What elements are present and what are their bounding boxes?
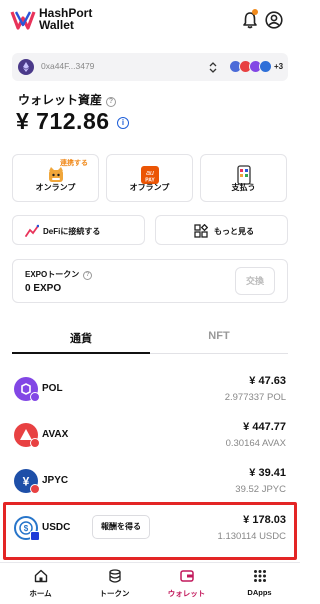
token-amount: 0.30164 AVAX [225,438,286,449]
more-chains-count: +3 [274,62,284,71]
nav-tokens[interactable]: トークン [77,563,152,604]
wallet-assets-text: ウォレット資産 [18,93,103,107]
token-amount: 39.52 JPYC [235,484,286,495]
token-row-jpyc[interactable]: ¥ JPYC ¥ 39.41 39.52 JPYC [12,461,288,505]
svg-text:¥: ¥ [23,475,30,489]
expo-token-card: EXPOトークン? 0 EXPO 交換 [12,259,288,303]
swap-button[interactable]: 交換 [235,267,275,295]
token-name: AVAX [42,429,69,440]
coins-stack-icon [108,569,121,583]
tab-nft[interactable]: NFT [150,330,288,354]
nav-wallet-label: ウォレット [167,589,206,598]
token-fiat-value: ¥ 47.63 [249,375,286,387]
nav-dapps[interactable]: DApps [222,563,297,604]
app-header: HashPort Wallet [0,0,300,40]
nav-dapps-label: DApps [247,588,272,597]
svg-text:au: au [146,170,154,177]
brand-name: HashPort Wallet [39,7,92,31]
jpyc-chain-icon [259,60,272,73]
nav-home-label: ホーム [29,589,52,598]
profile-icon[interactable] [265,11,283,29]
highlight-box [3,502,297,560]
pay-label: 支払う [231,183,256,192]
token-row-avax[interactable]: AVAX ¥ 447.77 0.30164 AVAX [12,415,288,459]
wallet-assets-label: ウォレット資産? [18,91,117,108]
avalanche-network-badge-icon [30,484,40,494]
connect-defi-button[interactable]: DeFiに接続する [12,215,145,245]
info-icon[interactable]: i [117,117,129,129]
token-row-pol[interactable]: POL ¥ 47.63 2.977337 POL [12,369,288,413]
notification-dot [252,9,258,15]
pay-button[interactable]: 支払う [200,154,287,202]
wallet-address: 0xa44F...3479 [41,61,95,71]
defi-chart-icon [25,224,39,237]
token-amount: 2.977337 POL [224,392,286,403]
expo-help-icon[interactable]: ? [83,271,93,280]
help-icon[interactable]: ? [106,97,117,107]
ethereum-icon [18,59,34,75]
wallet-icon [179,570,194,582]
nav-tokens-label: トークン [99,589,130,598]
connect-defi-label: DeFiに接続する [43,227,101,236]
offramp-button[interactable]: au PAY オフランプ [106,154,193,202]
token-name: POL [42,383,63,394]
brand-line2: Wallet [39,18,74,32]
chevron-up-down-icon [209,61,217,74]
grid-more-icon [194,224,208,238]
hashport-logo-icon [10,11,36,30]
see-more-button[interactable]: もっと見る [155,215,288,245]
expo-title-text: EXPOトークン [25,270,80,279]
tab-currency[interactable]: 通貨 [12,330,150,354]
nav-wallet[interactable]: ウォレット [149,563,224,604]
expo-balance: 0 EXPO [25,283,62,294]
bottom-navigation: ホーム トークン ウォレット DApps [0,562,300,604]
onramp-button[interactable]: 連携する オンランプ [12,154,99,202]
onramp-label: オンランプ [35,183,76,192]
home-icon [34,569,47,583]
polygon-network-badge-icon [30,392,40,402]
expo-title: EXPOトークン? [25,269,93,280]
token-fiat-value: ¥ 447.77 [243,421,286,433]
chain-icons [229,60,272,73]
token-name: JPYC [42,475,69,486]
total-balance: ¥ 712.86 [16,108,110,134]
token-fiat-value: ¥ 39.41 [249,467,286,479]
apps-grid-icon [253,570,266,582]
avalanche-network-badge-icon [30,438,40,448]
wallet-address-selector[interactable]: 0xa44F...3479 +3 [12,53,288,81]
offramp-label: オフランプ [129,183,170,192]
nav-home[interactable]: ホーム [3,563,78,604]
see-more-label: もっと見る [214,227,254,236]
